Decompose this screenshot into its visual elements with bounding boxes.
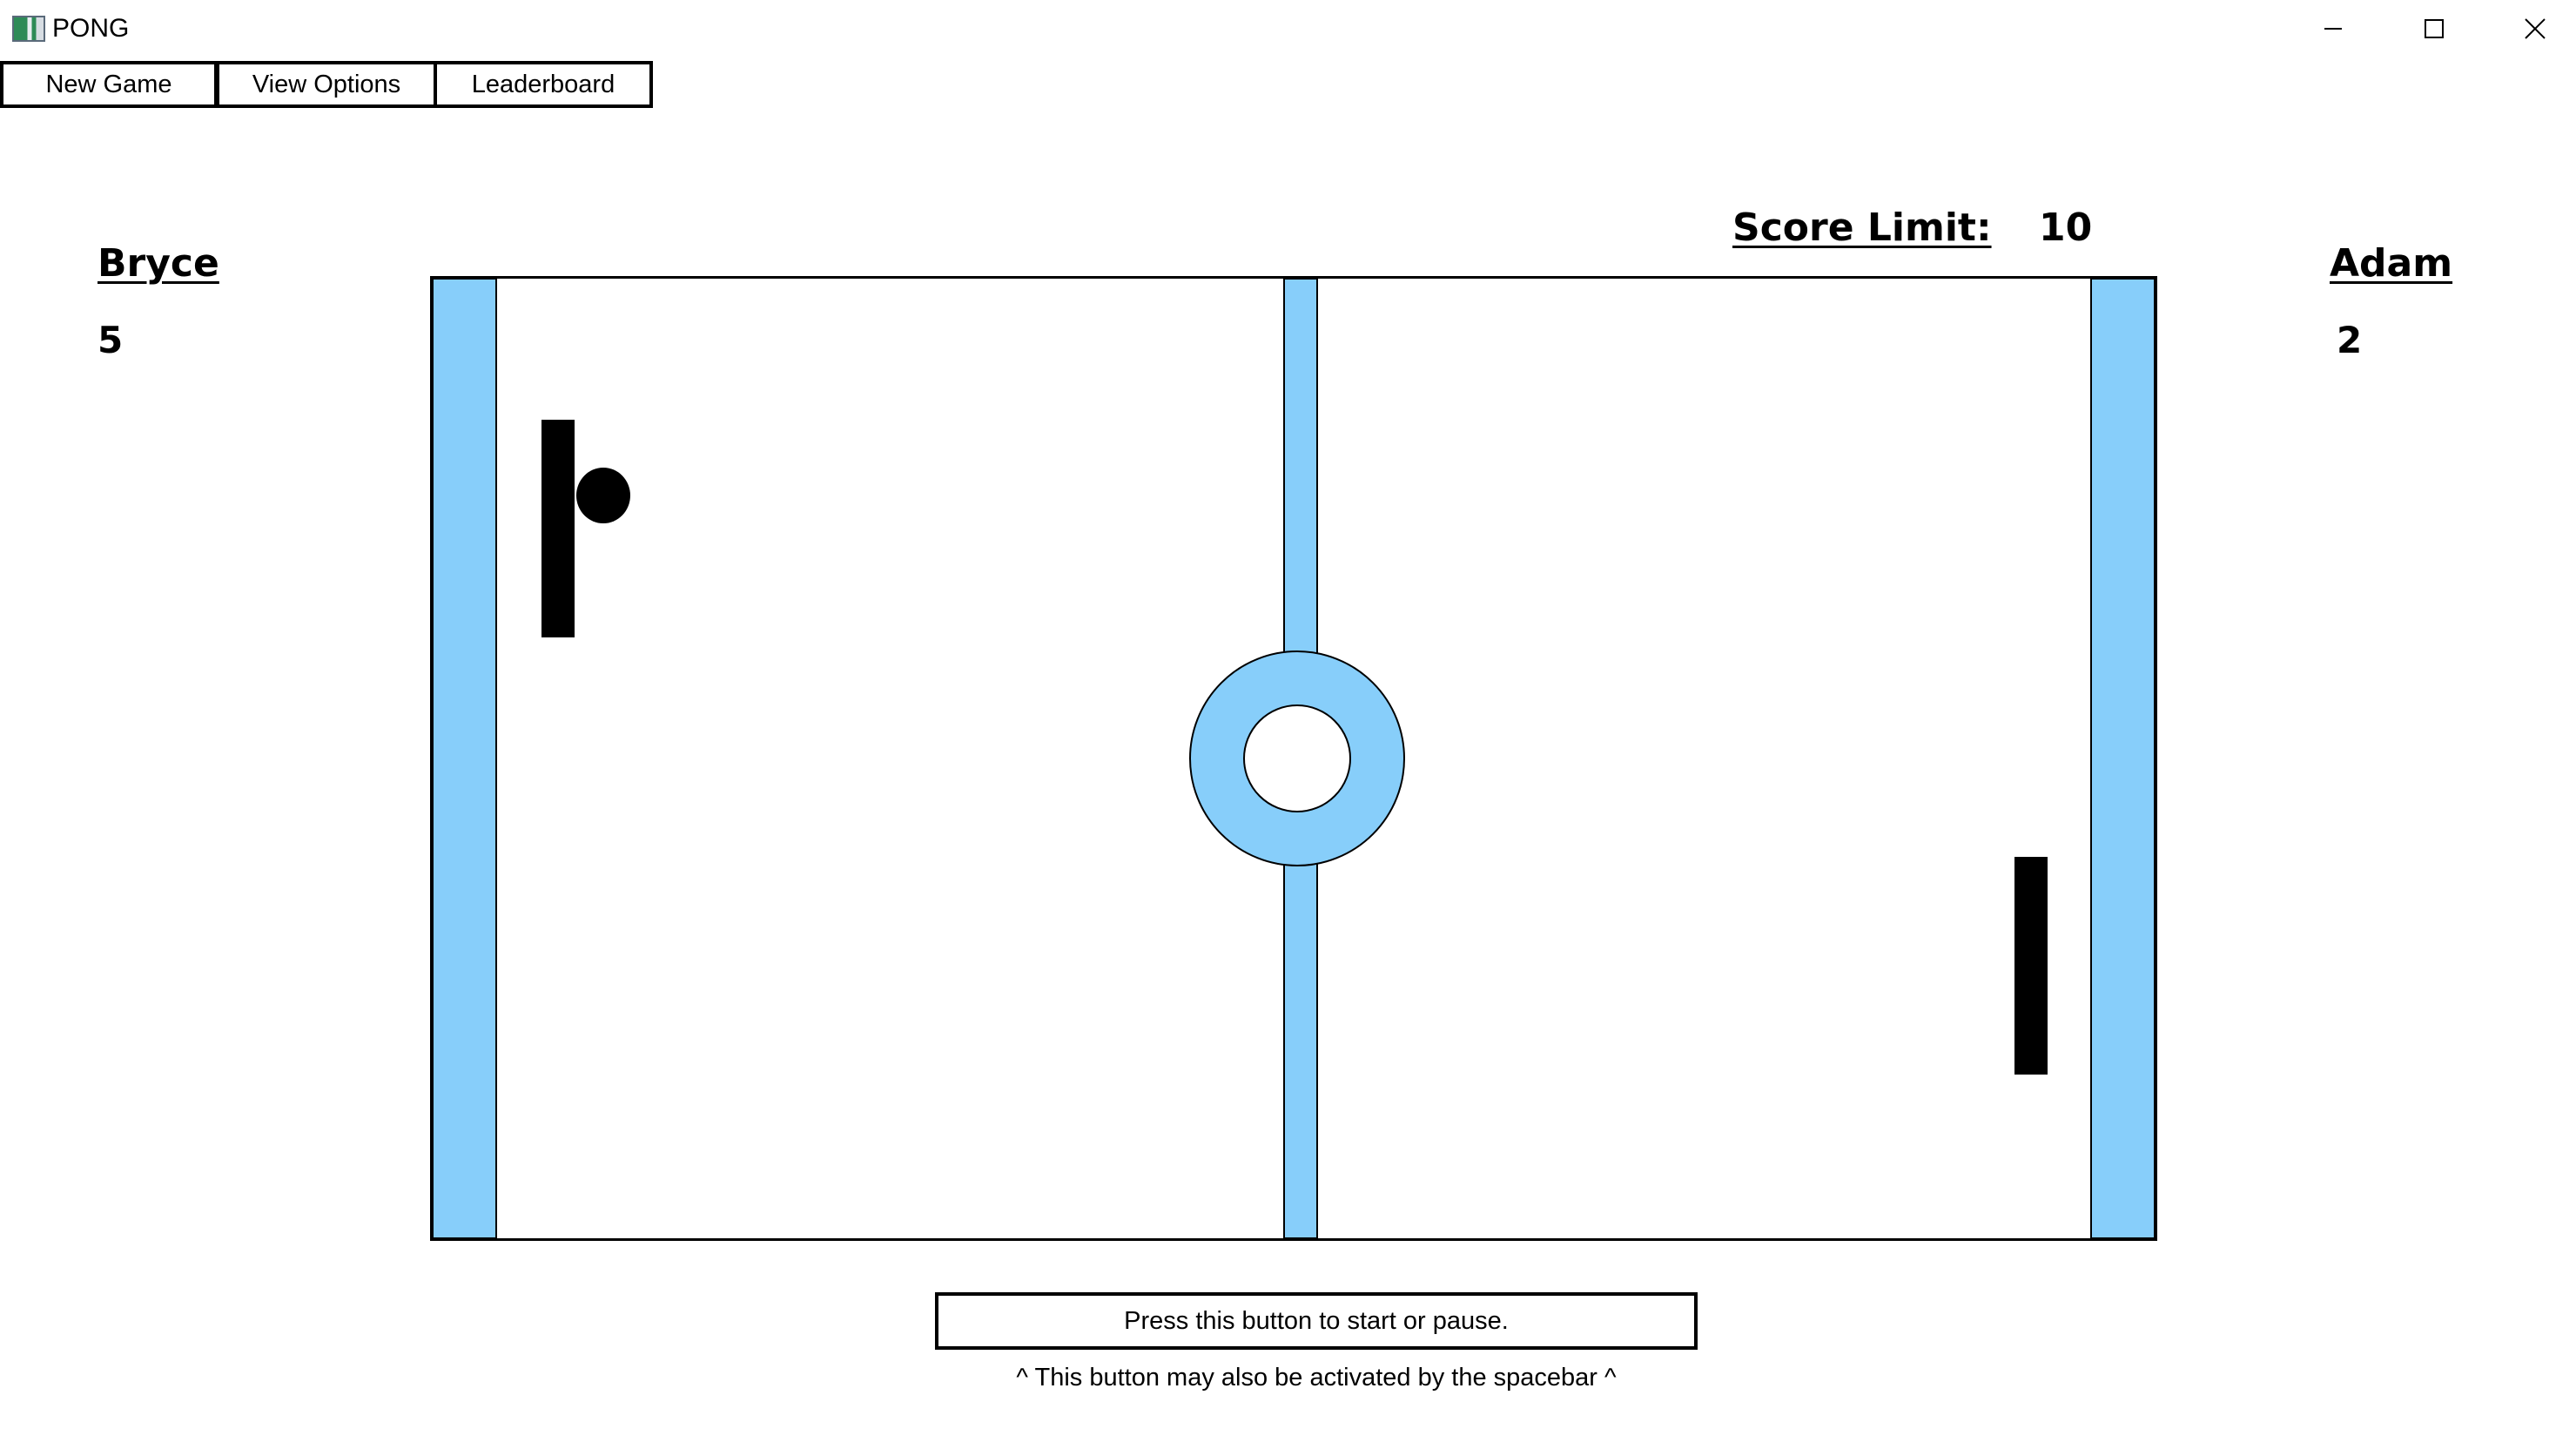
right-player-name: Adam — [2330, 241, 2453, 286]
minimize-icon — [2324, 28, 2342, 30]
right-paddle — [2014, 857, 2048, 1075]
score-limit-label: Score Limit: — [1732, 206, 1992, 250]
left-paddle — [541, 420, 575, 637]
game-field — [430, 276, 2157, 1241]
left-player-name: Bryce — [98, 241, 219, 286]
close-icon — [2525, 18, 2546, 39]
center-circle-inner — [1243, 704, 1351, 812]
left-player-score: 5 — [98, 319, 124, 361]
pong-app-icon — [12, 16, 45, 42]
leaderboard-button[interactable]: Leaderboard — [434, 61, 653, 108]
maximize-icon — [2425, 19, 2444, 38]
minimize-button[interactable] — [2283, 0, 2384, 57]
window-title: PONG — [52, 14, 130, 43]
close-button[interactable] — [2485, 0, 2576, 57]
view-options-button[interactable]: View Options — [216, 61, 437, 108]
new-game-button[interactable]: New Game — [0, 61, 218, 108]
score-limit-value: 10 — [2039, 206, 2093, 250]
spacebar-hint: ^ This button may also be activated by t… — [1016, 1364, 1617, 1392]
game-field-canvas — [433, 279, 2155, 1238]
maximize-button[interactable] — [2384, 0, 2485, 57]
left-goal-zone — [433, 279, 497, 1238]
right-player-score: 2 — [2337, 319, 2363, 361]
window-titlebar: PONG — [0, 0, 2576, 57]
ball — [576, 468, 630, 523]
right-goal-zone — [2090, 279, 2155, 1238]
start-pause-button[interactable]: Press this button to start or pause. — [935, 1292, 1698, 1350]
